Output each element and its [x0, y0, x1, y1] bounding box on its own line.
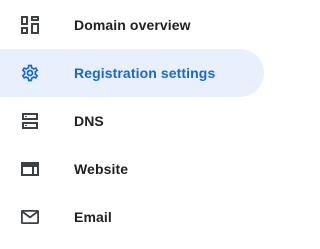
- gear-icon: [20, 63, 40, 83]
- mail-icon: [20, 207, 40, 227]
- dashboard-icon: [20, 15, 40, 35]
- sidebar-item-label: Email: [74, 209, 112, 225]
- sidebar-nav: Domain overview Registration settings DN…: [0, 0, 276, 249]
- web-icon: [20, 159, 40, 179]
- sidebar-item-dns[interactable]: DNS: [0, 97, 264, 145]
- sidebar-item-registration-settings[interactable]: Registration settings: [0, 49, 264, 97]
- sidebar-item-label: Website: [74, 161, 129, 177]
- sidebar-item-label: DNS: [74, 113, 104, 129]
- sidebar-item-email[interactable]: Email: [0, 193, 264, 241]
- sidebar-item-label: Registration settings: [74, 65, 216, 81]
- dns-icon: [20, 111, 40, 131]
- sidebar-item-label: Domain overview: [74, 17, 191, 33]
- sidebar-item-domain-overview[interactable]: Domain overview: [0, 1, 264, 49]
- sidebar-item-website[interactable]: Website: [0, 145, 264, 193]
